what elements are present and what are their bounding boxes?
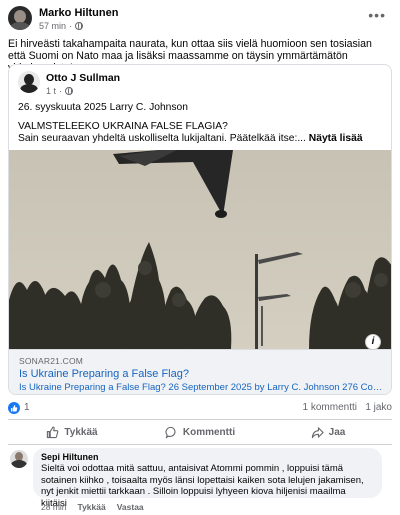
divider <box>8 444 392 445</box>
shared-author-name[interactable]: Otto J Sullman <box>46 72 120 84</box>
link-description[interactable]: Is Ukraine Preparing a False Flag? 26 Se… <box>19 382 384 393</box>
shared-post-meta: 1 t · <box>46 86 74 96</box>
comment-reply-button[interactable]: Vastaa <box>117 502 144 512</box>
shared-post-text: 26. syyskuuta 2025 Larry C. Johnson VALM… <box>18 102 384 152</box>
shared-author-avatar[interactable] <box>18 71 40 93</box>
like-reaction-icon[interactable] <box>8 402 20 414</box>
comment-count[interactable]: 1 kommentti <box>303 402 357 413</box>
shared-text-line: 26. syyskuuta 2025 Larry C. Johnson <box>18 102 188 113</box>
thumbs-up-icon <box>47 426 59 438</box>
shared-post-header: Otto J Sullman 1 t · <box>18 71 378 99</box>
drone-sky-photo <box>9 150 391 349</box>
author-name[interactable]: Marko Hiltunen <box>39 7 118 19</box>
info-button[interactable]: i <box>365 334 381 350</box>
see-more-link[interactable]: Näytä lisää <box>309 133 363 144</box>
comment-like-button[interactable]: Tykkää <box>78 502 106 512</box>
shared-post-card[interactable]: Otto J Sullman 1 t · 26. syyskuuta 2025 … <box>8 64 392 395</box>
author-avatar[interactable] <box>8 6 32 30</box>
share-arrow-icon <box>311 426 324 438</box>
post-meta: 57 min · <box>39 21 84 31</box>
comment-footer: 28 min Tykkää Vastaa <box>41 502 144 512</box>
like-button[interactable]: Tykkää <box>8 422 136 442</box>
shared-photo[interactable] <box>9 150 391 349</box>
post-time[interactable]: 57 min <box>39 21 66 31</box>
more-options-button[interactable]: ••• <box>368 8 386 22</box>
reaction-bar: 1 1 kommentti 1 jako <box>8 402 392 416</box>
comment-time[interactable]: 28 min <box>41 502 67 512</box>
link-domain: SONAR21.COM <box>19 356 84 366</box>
post-header: Marko Hiltunen 57 min · ••• <box>8 6 392 36</box>
comment-button[interactable]: Kommentti <box>136 422 264 442</box>
globe-icon <box>75 22 84 30</box>
comment-bubble: Sepi Hiltunen Sieltä voi odottaa mitä sa… <box>33 448 382 509</box>
comment-item: Sepi Hiltunen Sieltä voi odottaa mitä sa… <box>8 448 392 512</box>
action-bar: Tykkää Kommentti Jaa <box>8 422 392 442</box>
reaction-count[interactable]: 1 <box>24 402 30 413</box>
shared-text-line: Sain seuraavan yhdeltä uskolliselta luki… <box>18 133 306 144</box>
shared-post-time[interactable]: 1 t <box>46 86 56 96</box>
share-count[interactable]: 1 jako <box>365 402 392 413</box>
globe-icon <box>65 87 74 95</box>
comment-icon <box>165 426 176 438</box>
link-title[interactable]: Is Ukraine Preparing a False Flag? <box>19 368 189 380</box>
link-preview[interactable]: i SONAR21.COM Is Ukraine Preparing a Fal… <box>9 334 391 394</box>
comment-label: Kommentti <box>182 426 236 438</box>
divider <box>8 419 392 420</box>
share-label: Jaa <box>328 426 346 438</box>
like-label: Tykkää <box>64 426 98 438</box>
shared-text-block: VALMSTELEEKO UKRAINA FALSE FLAGIA? Sain … <box>18 121 384 146</box>
commenter-name[interactable]: Sepi Hiltunen <box>41 452 374 462</box>
share-button[interactable]: Jaa <box>264 422 392 442</box>
shared-text-line: VALMSTELEEKO UKRAINA FALSE FLAGIA? <box>18 120 228 132</box>
commenter-avatar[interactable] <box>10 450 28 468</box>
